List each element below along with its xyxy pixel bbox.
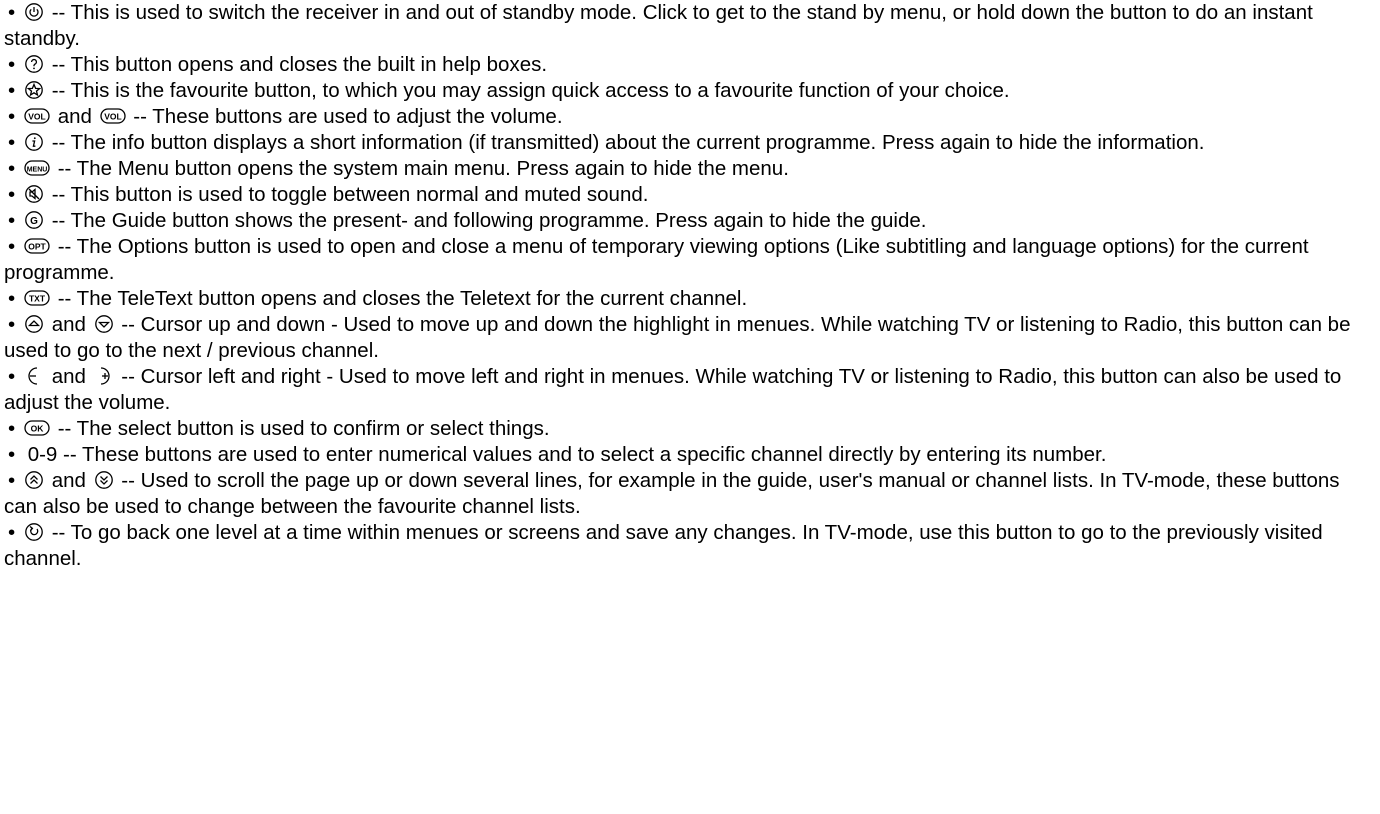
- power-icon: [24, 2, 44, 22]
- volume-down-icon: VOL: [99, 106, 126, 126]
- remote-control-manual: • -- This is used to switch the receiver…: [0, 0, 1380, 572]
- ok-icon: OK: [24, 418, 50, 438]
- button-description-item: • VOL and VOL -- These buttons are used t…: [4, 104, 1376, 130]
- svg-text:VOL: VOL: [104, 112, 121, 122]
- bullet: •: [8, 469, 16, 492]
- button-description-item: • -- To go back one level at a time with…: [4, 520, 1376, 572]
- joiner-text: and: [52, 105, 98, 128]
- description-text: -- This is used to switch the receiver i…: [4, 1, 1313, 50]
- description-text: -- Cursor up and down - Used to move up …: [4, 313, 1351, 362]
- button-description-item: • OK -- The select button is used to conf…: [4, 416, 1376, 442]
- button-description-item: • and -- Used to scroll the page up or d…: [4, 468, 1376, 520]
- description-text: -- The select button is used to confirm …: [52, 417, 550, 440]
- description-text: -- The Menu button opens the system main…: [52, 157, 789, 180]
- guide-icon: G: [24, 210, 44, 230]
- description-text: -- Used to scroll the page up or down se…: [4, 469, 1340, 518]
- back-icon: [24, 522, 44, 542]
- page-down-icon: [94, 470, 114, 490]
- description-text: 0-9 -- These buttons are used to enter n…: [22, 443, 1107, 466]
- menu-icon: MENU: [24, 158, 50, 178]
- button-description-item: • -- This button is used to toggle betwe…: [4, 182, 1376, 208]
- button-description-item: • TXT -- The TeleText button opens and cl…: [4, 286, 1376, 312]
- button-description-item: • -- This is used to switch the receiver…: [4, 0, 1376, 52]
- button-description-item: • MENU -- The Menu button opens the syste…: [4, 156, 1376, 182]
- button-description-item: • OPT -- The Options button is used to op…: [4, 234, 1376, 286]
- button-description-item: • and -- Cursor left and right - Used to…: [4, 364, 1376, 416]
- description-text: -- The Options button is used to open an…: [4, 235, 1309, 284]
- button-description-item: • -- The info button displays a short in…: [4, 130, 1376, 156]
- description-text: -- To go back one level at a time within…: [4, 521, 1323, 570]
- button-description-item: • -- This button opens and closes the bu…: [4, 52, 1376, 78]
- cursor-up-icon: [24, 314, 44, 334]
- help-icon: [24, 54, 44, 74]
- description-text: -- Cursor left and right - Used to move …: [4, 365, 1342, 414]
- button-description-item: • G -- The Guide button shows the present…: [4, 208, 1376, 234]
- button-description-item: • -- This is the favourite button, to wh…: [4, 78, 1376, 104]
- bullet: •: [8, 79, 16, 102]
- cursor-left-icon: [24, 366, 44, 386]
- favourite-icon: [24, 80, 44, 100]
- bullet: •: [8, 183, 16, 206]
- svg-text:VOL: VOL: [28, 112, 45, 122]
- bullet: •: [8, 417, 16, 440]
- bullet: •: [8, 287, 16, 310]
- description-text: -- These buttons are used to adjust the …: [127, 105, 563, 128]
- svg-text:G: G: [30, 216, 38, 227]
- mute-icon: [24, 184, 44, 204]
- svg-text:MENU: MENU: [27, 167, 48, 174]
- button-description-list: • -- This is used to switch the receiver…: [4, 0, 1376, 572]
- button-description-item: • 0-9 -- These buttons are used to enter…: [4, 442, 1376, 468]
- description-text: -- This is the favourite button, to whic…: [46, 79, 1010, 102]
- svg-text:OK: OK: [31, 424, 45, 434]
- description-text: -- The TeleText button opens and closes …: [52, 287, 748, 310]
- svg-text:TXT: TXT: [29, 294, 46, 304]
- bullet: •: [8, 235, 16, 258]
- bullet: •: [8, 157, 16, 180]
- description-text: -- This button opens and closes the buil…: [46, 53, 548, 76]
- bullet: •: [8, 365, 16, 388]
- joiner-text: and: [46, 365, 92, 388]
- cursor-down-icon: [94, 314, 114, 334]
- bullet: •: [8, 105, 16, 128]
- joiner-text: and: [46, 313, 92, 336]
- description-text: -- The Guide button shows the present- a…: [46, 209, 927, 232]
- svg-text:OPT: OPT: [28, 242, 46, 252]
- options-icon: OPT: [24, 236, 50, 256]
- bullet: •: [8, 1, 16, 24]
- bullet: •: [8, 131, 16, 154]
- description-text: -- This button is used to toggle between…: [46, 183, 649, 206]
- description-text: -- The info button displays a short info…: [46, 131, 1205, 154]
- bullet: •: [8, 443, 16, 466]
- bullet: •: [8, 209, 16, 232]
- joiner-text: and: [46, 469, 92, 492]
- button-description-item: • and -- Cursor up and down - Used to mo…: [4, 312, 1376, 364]
- bullet: •: [8, 53, 16, 76]
- bullet: •: [8, 313, 16, 336]
- cursor-right-icon: [94, 366, 114, 386]
- page-up-icon: [24, 470, 44, 490]
- teletext-icon: TXT: [24, 288, 50, 308]
- bullet: •: [8, 521, 16, 544]
- info-icon: [24, 132, 44, 152]
- volume-up-icon: VOL: [24, 106, 50, 126]
